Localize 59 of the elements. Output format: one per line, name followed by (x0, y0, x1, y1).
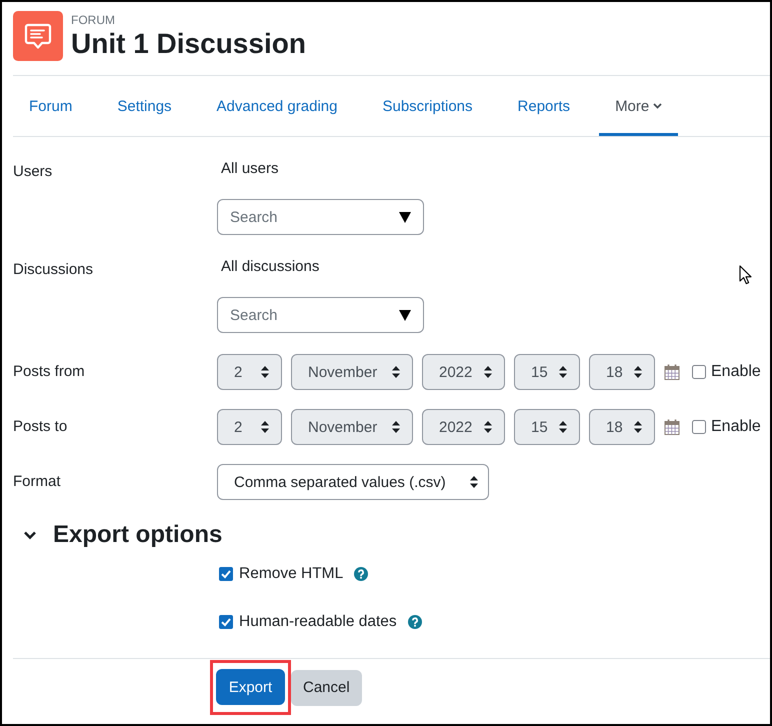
minute-select[interactable]: 18 (589, 354, 655, 390)
hour-select[interactable]: 15 (514, 409, 580, 445)
dropdown-arrow-icon[interactable] (399, 212, 411, 223)
cancel-button[interactable]: Cancel (291, 670, 362, 706)
select-arrows-icon (392, 366, 400, 378)
select-arrows-icon (559, 421, 567, 433)
nav-tab[interactable]: Forum (13, 76, 88, 136)
checkbox-label: Enable (711, 418, 761, 436)
day-select[interactable]: 2 (217, 409, 282, 445)
nav-tab[interactable]: Subscriptions (366, 76, 489, 136)
day-select[interactable]: 2 (217, 354, 282, 390)
activity-type-label: FORUM (71, 12, 115, 26)
checkbox-label: Remove HTML (239, 565, 344, 583)
field-label: Users (13, 162, 52, 182)
checkbox[interactable] (692, 365, 706, 379)
format-select[interactable]: Comma separated values (.csv) (217, 464, 489, 500)
checkbox[interactable] (219, 567, 233, 581)
select-arrows-icon (392, 421, 400, 433)
select-arrows-icon (634, 421, 642, 433)
year-select[interactable]: 2022 (422, 354, 505, 390)
nav-tab[interactable]: Reports (502, 76, 586, 136)
dropdown-arrow-icon[interactable] (399, 310, 411, 321)
nav-tab[interactable]: Settings (101, 76, 188, 136)
field-label: Posts from (13, 362, 85, 382)
nav-tab[interactable]: More (599, 76, 678, 136)
checkbox-label: Enable (711, 363, 761, 381)
page-title: Unit 1 Discussion (71, 26, 306, 60)
speech-bubble-icon (13, 11, 63, 61)
select-arrows-icon (484, 421, 492, 433)
checkbox[interactable] (692, 420, 706, 434)
selection-text: All users (220, 159, 279, 179)
field-label: Format (13, 472, 61, 492)
month-select[interactable]: November (291, 409, 413, 445)
field-label: Posts to (13, 417, 68, 437)
export-button[interactable]: Export (216, 669, 285, 705)
year-select[interactable]: 2022 (422, 409, 505, 445)
search-field[interactable]: Search (217, 297, 424, 333)
search-field[interactable]: Search (217, 199, 424, 235)
calendar-icon[interactable] (664, 419, 680, 435)
selection-text: All discussions (220, 257, 320, 277)
select-arrows-icon (470, 476, 478, 488)
month-select[interactable]: November (291, 354, 413, 390)
select-arrows-icon (484, 366, 492, 378)
section-heading: Export options (53, 520, 222, 550)
chevron-down-icon (653, 103, 662, 109)
calendar-icon[interactable] (664, 364, 680, 380)
select-arrows-icon (559, 366, 567, 378)
hour-select[interactable]: 15 (514, 354, 580, 390)
select-arrows-icon (634, 366, 642, 378)
help-icon[interactable] (354, 567, 368, 581)
field-label: Discussions (13, 260, 94, 280)
nav-tab[interactable]: Advanced grading (200, 76, 354, 136)
mouse-cursor-icon (739, 265, 752, 285)
checkbox[interactable] (219, 615, 233, 629)
checkbox-label: Human-readable dates (239, 613, 397, 631)
help-icon[interactable] (408, 615, 422, 629)
select-arrows-icon (261, 421, 269, 433)
minute-select[interactable]: 18 (589, 409, 655, 445)
select-arrows-icon (261, 366, 269, 378)
